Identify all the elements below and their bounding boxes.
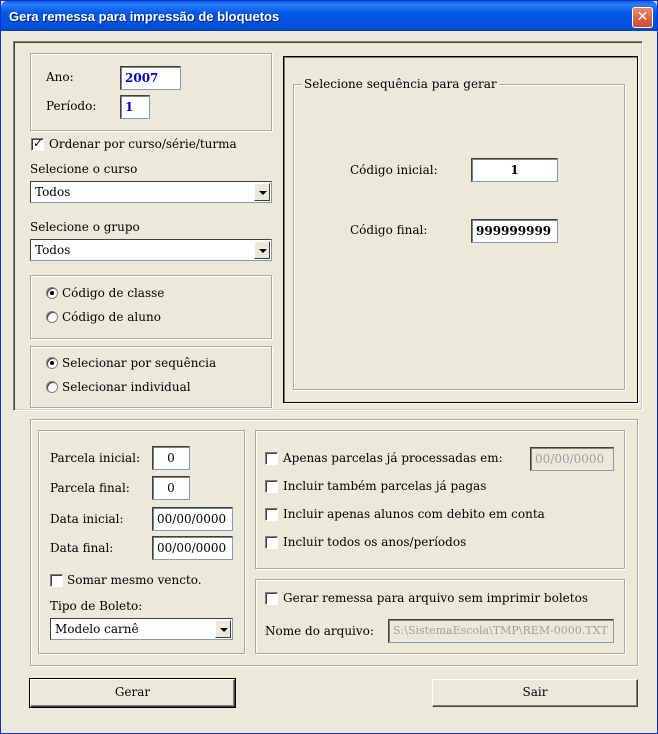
processadas-date-input[interactable]: 00/00/0000: [530, 447, 614, 471]
incluir-todos-checkbox[interactable]: [265, 536, 278, 549]
incluir-pagas-checkbox[interactable]: [265, 480, 278, 493]
selecionar-sequencia-radio[interactable]: [46, 357, 58, 369]
gerar-arquivo-label[interactable]: Gerar remessa para arquivo sem imprimir …: [283, 591, 588, 605]
dialog-window: Gera remessa para impressão de bloquetos…: [0, 0, 658, 734]
incluir-debito-label[interactable]: Incluir apenas alunos com debito em cont…: [283, 507, 545, 521]
codigo-final-label: Código final:: [350, 223, 428, 237]
grupo-value: Todos: [35, 243, 71, 257]
codigo-final-input[interactable]: 999999999: [471, 219, 558, 243]
incluir-pagas-label[interactable]: Incluir também parcelas já pagas: [283, 479, 486, 493]
parcela-inicial-label: Parcela inicial:: [50, 451, 141, 465]
incluir-debito-checkbox[interactable]: [265, 508, 278, 521]
gerar-arquivo-checkbox[interactable]: [265, 592, 278, 605]
data-inicial-label: Data inicial:: [50, 512, 124, 526]
tipo-boleto-select[interactable]: Modelo carnê: [50, 618, 233, 640]
sequencia-legend: Selecione sequência para gerar: [302, 77, 499, 91]
nome-arquivo-input[interactable]: S:\SistemaEscola\TMP\REM-0000.TXT: [388, 619, 614, 643]
codigo-inicial-label: Código inicial:: [350, 163, 438, 177]
curso-value: Todos: [35, 185, 71, 199]
sequencia-group: [293, 84, 625, 390]
ordenar-label[interactable]: Ordenar por curso/série/turma: [49, 137, 237, 151]
nome-arquivo-label: Nome do arquivo:: [265, 624, 374, 638]
close-icon[interactable]: ✕: [632, 7, 653, 28]
grupo-select[interactable]: Todos: [30, 239, 272, 261]
curso-label: Selecione o curso: [30, 162, 138, 176]
somar-checkbox[interactable]: [50, 574, 63, 587]
codigo-aluno-radio[interactable]: [46, 311, 58, 323]
selecionar-individual-label[interactable]: Selecionar individual: [62, 380, 191, 394]
ano-input[interactable]: 2007: [120, 66, 181, 90]
year-period-group: [30, 53, 272, 131]
data-inicial-input[interactable]: 00/00/0000: [152, 507, 233, 531]
codigo-classe-radio[interactable]: [46, 287, 58, 299]
grupo-label: Selecione o grupo: [30, 220, 140, 234]
tipo-boleto-value: Modelo carnê: [55, 622, 139, 636]
gerar-button[interactable]: Gerar: [29, 678, 236, 708]
chevron-down-icon[interactable]: [254, 183, 270, 201]
data-final-label: Data final:: [50, 541, 114, 555]
codigo-radio-group: [30, 275, 272, 339]
parcela-final-label: Parcela final:: [50, 481, 130, 495]
selecionar-individual-radio[interactable]: [46, 381, 58, 393]
codigo-classe-label[interactable]: Código de classe: [62, 286, 164, 300]
chevron-down-icon[interactable]: [215, 620, 231, 638]
apenas-processadas-checkbox[interactable]: [265, 452, 278, 465]
tipo-boleto-label: Tipo de Boleto:: [50, 599, 143, 613]
codigo-aluno-label[interactable]: Código de aluno: [62, 310, 161, 324]
periodo-label: Período:: [46, 99, 97, 113]
somar-label[interactable]: Somar mesmo vencto.: [67, 573, 202, 587]
incluir-todos-label[interactable]: Incluir todos os anos/períodos: [283, 535, 466, 549]
data-final-input[interactable]: 00/00/0000: [152, 536, 233, 560]
title-bar[interactable]: Gera remessa para impressão de bloquetos…: [1, 1, 657, 31]
ano-label: Ano:: [46, 70, 74, 84]
window-title: Gera remessa para impressão de bloquetos: [9, 9, 280, 24]
sair-button[interactable]: Sair: [432, 679, 638, 707]
apenas-processadas-label[interactable]: Apenas parcelas já processadas em:: [283, 451, 503, 465]
parcela-final-input[interactable]: 0: [152, 476, 190, 500]
periodo-input[interactable]: 1: [120, 95, 150, 119]
chevron-down-icon[interactable]: [254, 241, 270, 259]
selecionar-sequencia-label[interactable]: Selecionar por sequência: [62, 356, 216, 370]
parcela-inicial-input[interactable]: 0: [152, 446, 190, 470]
curso-select[interactable]: Todos: [30, 181, 272, 203]
codigo-inicial-input[interactable]: 1: [471, 158, 558, 182]
ordenar-checkbox[interactable]: [31, 136, 44, 151]
